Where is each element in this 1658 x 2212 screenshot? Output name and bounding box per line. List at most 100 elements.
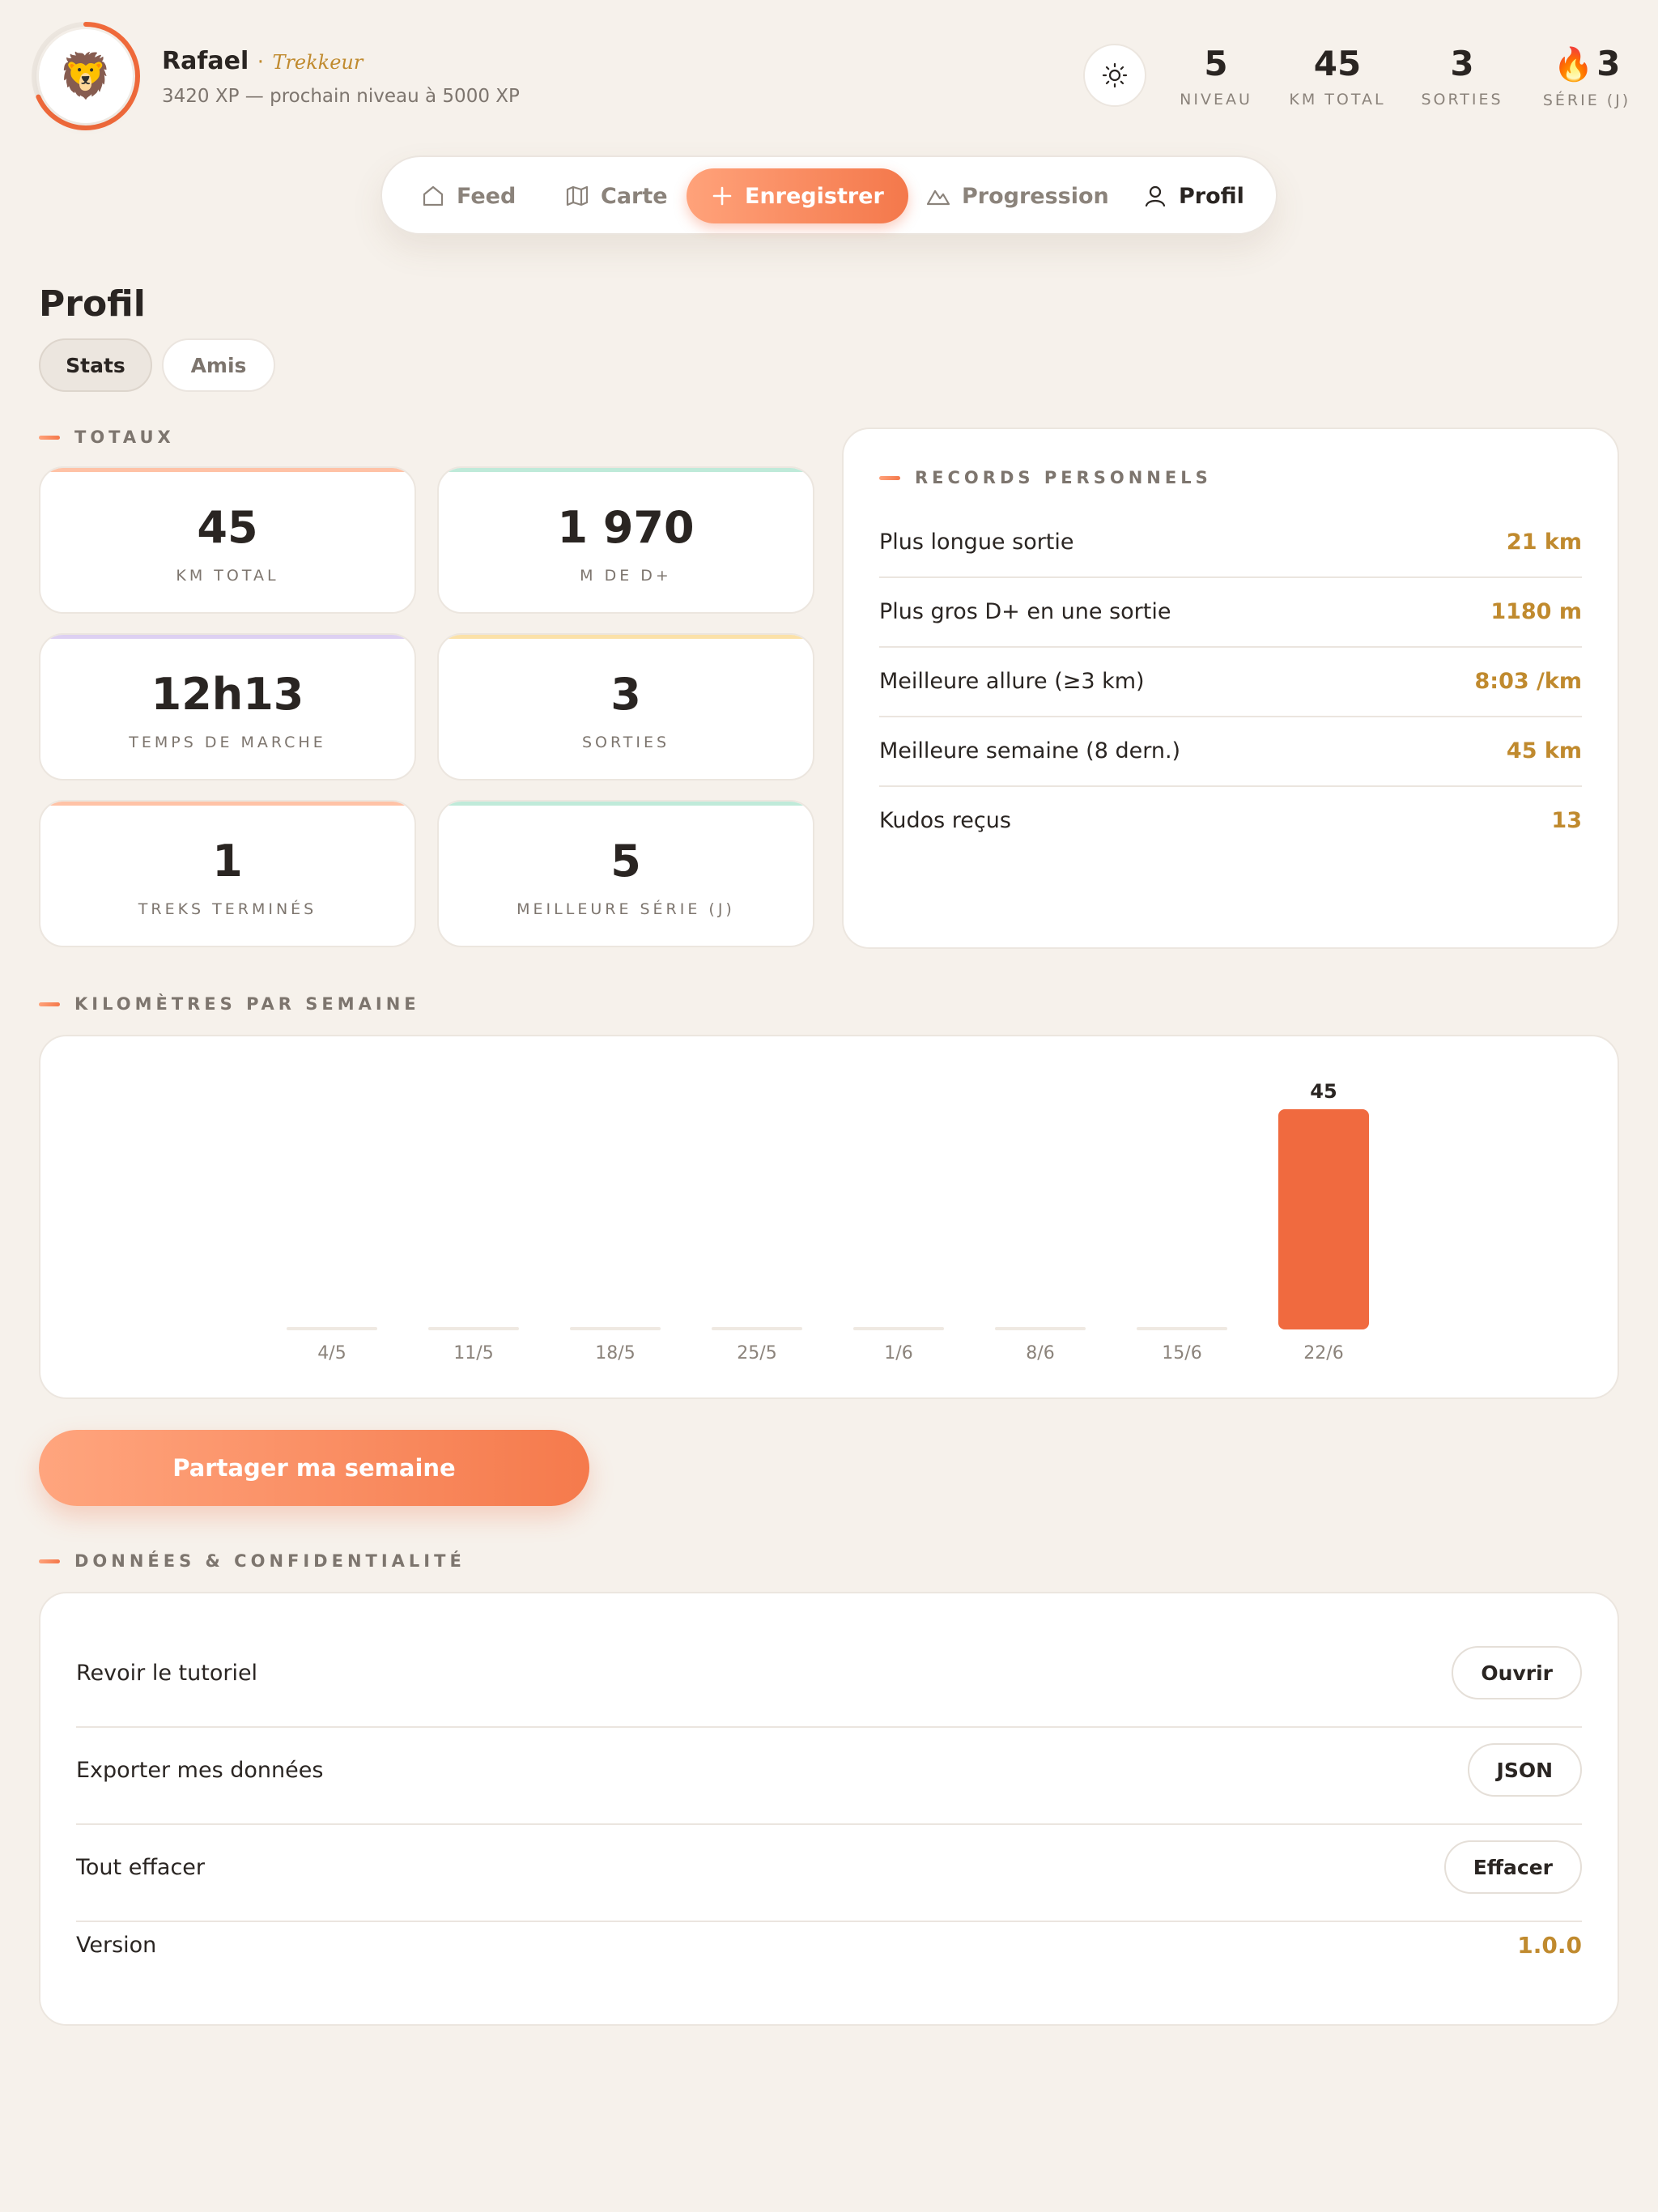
header-stat-label: SÉRIE (J): [1542, 91, 1631, 109]
nav-progression[interactable]: Progression: [926, 168, 1109, 223]
record-label: Meilleure allure (≥3 km): [879, 668, 1145, 694]
theme-toggle-button[interactable]: [1083, 44, 1146, 107]
record-value: 21 km: [1506, 529, 1582, 555]
sun-icon: [1102, 62, 1128, 88]
header-stat-outings: 3 SORTIES: [1405, 42, 1519, 108]
total-card-best-streak: 5 MEILLEURE SÉRIE (J): [437, 800, 814, 947]
privacy-row-version: Version 1.0.0: [76, 1904, 1582, 1985]
map-icon: [566, 185, 589, 206]
bar-8/6: [995, 1327, 1086, 1330]
privacy-label: Revoir le tutoriel: [76, 1660, 258, 1686]
nav-label: Carte: [601, 183, 668, 209]
record-value: 45 km: [1506, 738, 1582, 764]
totals-heading: TOTAUX: [39, 428, 175, 447]
record-label: Plus gros D+ en une sortie: [879, 598, 1171, 624]
card-label: TREKS TERMINÉS: [138, 900, 317, 918]
header: 🦁 Rafael · Trekkeur 3420 XP — prochain n…: [31, 21, 1628, 133]
card-accent: [439, 802, 813, 806]
record-label: Meilleure semaine (8 dern.): [879, 738, 1181, 764]
nav-record-button[interactable]: Enregistrer: [687, 168, 908, 223]
home-icon: [423, 185, 444, 206]
record-value: 1180 m: [1490, 598, 1582, 624]
heading-accent: [39, 435, 60, 440]
header-stat-label: KM TOTAL: [1289, 91, 1386, 108]
privacy-row-erase: Tout effacer Effacer: [76, 1819, 1582, 1916]
tick-label-22/6: 22/6: [1303, 1343, 1343, 1363]
mountain-icon: [926, 189, 950, 206]
header-stat-value: 3: [1450, 44, 1474, 83]
record-row: Plus gros D+ en une sortie 1180 m: [879, 576, 1582, 646]
privacy-label: Version: [76, 1932, 157, 1958]
nav-label: Feed: [457, 183, 517, 209]
tick-label-25/5: 25/5: [737, 1343, 776, 1363]
avatar[interactable]: 🦁: [39, 29, 133, 123]
bar-4/5: [287, 1327, 377, 1330]
header-stat-streak: 🔥3 SÉRIE (J): [1522, 42, 1652, 109]
tick-label-8/6: 8/6: [1026, 1343, 1054, 1363]
total-card-km: 45 KM TOTAL: [39, 466, 416, 614]
nav-profile[interactable]: Profil: [1143, 168, 1244, 223]
weekly-heading: KILOMÈTRES PAR SEMAINE: [39, 994, 420, 1014]
open-tutorial-button[interactable]: Ouvrir: [1452, 1646, 1582, 1699]
privacy-heading: DONNÉES & CONFIDENTIALITÉ: [39, 1551, 466, 1571]
tick-label-18/5: 18/5: [595, 1343, 635, 1363]
record-label: Plus longue sortie: [879, 529, 1074, 555]
heading-text: DONNÉES & CONFIDENTIALITÉ: [74, 1551, 466, 1571]
heading-text: RECORDS PERSONNELS: [915, 468, 1212, 487]
header-stat-value: 45: [1313, 44, 1362, 83]
card-accent: [439, 635, 813, 639]
data-label-22/6: 45: [1310, 1080, 1337, 1103]
heading-accent: [39, 1002, 60, 1006]
card-value: 3: [610, 669, 641, 720]
weekly-km-chart-svg: 4/5 11/5 18/5 25/5 1/6 8/6 15/6 45 22/6: [287, 1080, 1369, 1363]
card-accent: [40, 468, 414, 472]
erase-all-button[interactable]: Effacer: [1443, 1840, 1582, 1894]
xp-ring: 🦁: [31, 21, 141, 131]
share-week-button[interactable]: Partager ma semaine: [39, 1430, 589, 1506]
nav-feed[interactable]: Feed: [421, 168, 516, 223]
plus-icon: [712, 186, 732, 206]
privacy-row-tutorial: Revoir le tutoriel Ouvrir: [76, 1624, 1582, 1721]
record-row: Meilleure allure (≥3 km) 8:03 /km: [879, 646, 1582, 716]
main-nav: Feed Carte Enregistrer Progression Profi…: [380, 155, 1278, 235]
nav-label: Enregistrer: [745, 183, 884, 209]
records-card: RECORDS PERSONNELS Plus longue sortie 21…: [842, 428, 1619, 949]
export-json-button[interactable]: JSON: [1467, 1743, 1582, 1797]
tab-stats[interactable]: Stats: [39, 338, 152, 392]
card-value: 45: [197, 502, 258, 553]
user-name-line: Rafael · Trekkeur: [162, 47, 363, 75]
nav-label: Profil: [1179, 183, 1244, 209]
heading-text: TOTAUX: [74, 428, 175, 447]
bar-1/6: [853, 1327, 944, 1330]
card-value: 5: [610, 836, 641, 887]
header-stat-km: 45 KM TOTAL: [1273, 42, 1402, 108]
card-accent: [40, 802, 414, 806]
card-label: SORTIES: [581, 734, 670, 751]
version-value: 1.0.0: [1517, 1931, 1582, 1959]
total-card-elevation: 1 970 M DE D+: [437, 466, 814, 614]
total-card-outings: 3 SORTIES: [437, 633, 814, 781]
bar-22/6: [1278, 1109, 1369, 1329]
record-row: Meilleure semaine (8 dern.) 45 km: [879, 716, 1582, 785]
tab-friends[interactable]: Amis: [162, 338, 275, 392]
bar-25/5: [712, 1327, 802, 1330]
page-title: Profil: [39, 283, 146, 325]
weekly-km-chart: 4/5 11/5 18/5 25/5 1/6 8/6 15/6 45 22/6: [39, 1035, 1619, 1399]
card-value: 12h13: [151, 669, 304, 720]
user-icon: [1145, 185, 1166, 207]
record-label: Kudos reçus: [879, 807, 1011, 833]
header-stat-value: 5: [1204, 44, 1228, 83]
record-row: Kudos reçus 13: [879, 785, 1582, 855]
user-rank: Trekkeur: [272, 51, 363, 74]
record-value: 8:03 /km: [1474, 668, 1582, 694]
flame-icon: 🔥: [1553, 46, 1594, 83]
nav-label: Progression: [962, 183, 1109, 209]
nav-map[interactable]: Carte: [565, 168, 668, 223]
header-stat-label: NIVEAU: [1180, 91, 1252, 108]
tick-label-4/5: 4/5: [317, 1343, 346, 1363]
rank-separator: ·: [257, 50, 264, 74]
card-label: TEMPS DE MARCHE: [129, 734, 326, 751]
privacy-label: Tout effacer: [76, 1854, 206, 1880]
privacy-label: Exporter mes données: [76, 1757, 324, 1783]
heading-accent: [879, 475, 900, 480]
